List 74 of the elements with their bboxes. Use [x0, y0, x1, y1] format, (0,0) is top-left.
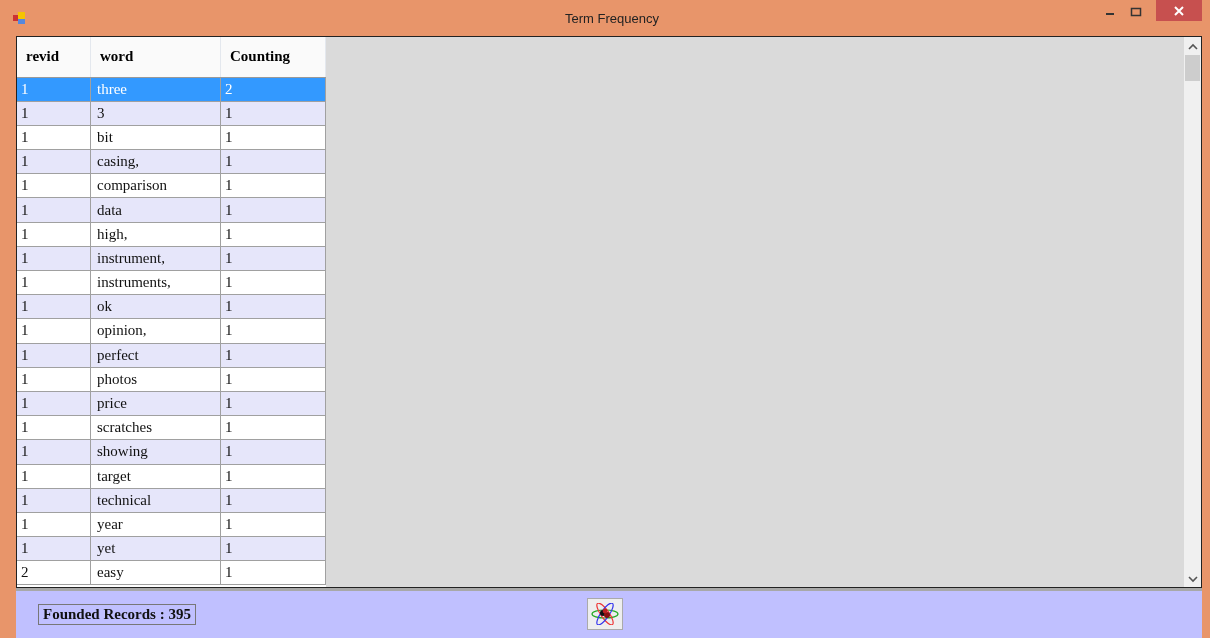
table-cell[interactable]: 1: [17, 101, 91, 126]
close-icon[interactable]: [1174, 5, 1184, 16]
table-cell[interactable]: 1: [17, 294, 91, 319]
table-cell[interactable]: ok: [90, 294, 221, 319]
table-cell[interactable]: 1: [17, 343, 91, 368]
table-cell[interactable]: 1: [17, 391, 91, 416]
table-cell[interactable]: 1: [17, 246, 91, 271]
table-cell[interactable]: 1: [220, 294, 326, 319]
table-cell[interactable]: casing,: [90, 149, 221, 174]
table-cell[interactable]: opinion,: [90, 318, 221, 344]
table-cell[interactable]: data: [90, 197, 221, 223]
close-button[interactable]: [1156, 0, 1202, 21]
table-cell[interactable]: 1: [220, 125, 326, 150]
table-cell[interactable]: target: [90, 464, 221, 489]
column-header[interactable]: revid: [17, 37, 91, 77]
table-cell[interactable]: 1: [220, 173, 326, 198]
table-cell[interactable]: 1: [220, 560, 326, 585]
table-cell[interactable]: 1: [220, 415, 326, 440]
scroll-thumb[interactable]: [1185, 55, 1200, 81]
table-cell[interactable]: photos: [90, 367, 221, 392]
window-title: Term Frequency: [564, 10, 660, 26]
scroll-up-icon[interactable]: [1187, 43, 1198, 51]
analyze-button[interactable]: [587, 598, 623, 630]
table-cell[interactable]: technical: [90, 488, 221, 513]
table-cell[interactable]: scratches: [90, 415, 221, 440]
table-cell[interactable]: price: [90, 391, 221, 416]
table-cell[interactable]: 1: [17, 222, 91, 247]
table-cell[interactable]: 1: [17, 439, 91, 464]
table-cell[interactable]: high,: [90, 222, 221, 247]
table-cell[interactable]: comparison: [90, 173, 221, 198]
table-cell[interactable]: 1: [17, 415, 91, 440]
records-count-label: Founded Records : 395: [38, 604, 196, 625]
table-cell[interactable]: 1: [17, 173, 91, 198]
table-cell[interactable]: 1: [220, 101, 326, 126]
scroll-down-icon[interactable]: [1187, 575, 1198, 583]
table-cell[interactable]: 1: [220, 464, 326, 489]
table-cell[interactable]: 1: [17, 464, 91, 489]
table-cell[interactable]: 1: [17, 536, 91, 561]
app-icon: [13, 12, 25, 24]
table-cell[interactable]: 1: [220, 270, 326, 295]
vertical-scrollbar[interactable]: [1184, 37, 1201, 587]
table-cell[interactable]: 1: [17, 149, 91, 174]
table-cell[interactable]: 1: [17, 270, 91, 295]
table-cell[interactable]: 1: [220, 197, 326, 223]
table-cell[interactable]: 1: [220, 343, 326, 368]
table-cell[interactable]: easy: [90, 560, 221, 585]
column-header[interactable]: Counting: [220, 37, 326, 77]
table-cell[interactable]: 1: [220, 246, 326, 271]
table-cell[interactable]: 1: [220, 439, 326, 464]
table-cell[interactable]: bit: [90, 125, 221, 150]
table-cell[interactable]: 1: [220, 391, 326, 416]
table-cell[interactable]: 1: [17, 197, 91, 223]
table-cell[interactable]: instrument,: [90, 246, 221, 271]
table-cell[interactable]: perfect: [90, 343, 221, 368]
table-cell[interactable]: 2: [17, 560, 91, 585]
table-cell[interactable]: 3: [90, 101, 221, 126]
table-cell[interactable]: showing: [90, 439, 221, 464]
maximize-icon[interactable]: [1130, 6, 1142, 18]
table-cell[interactable]: yet: [90, 536, 221, 561]
table-cell[interactable]: 1: [220, 536, 326, 561]
table-cell[interactable]: 1: [220, 488, 326, 513]
table-cell[interactable]: 1: [220, 318, 326, 344]
table-cell[interactable]: 1: [17, 488, 91, 513]
table-cell[interactable]: year: [90, 512, 221, 537]
table-cell[interactable]: instruments,: [90, 270, 221, 295]
table-cell[interactable]: 1: [17, 512, 91, 537]
table-cell[interactable]: 1: [220, 512, 326, 537]
table-cell[interactable]: 1: [17, 318, 91, 344]
table-cell[interactable]: 1: [17, 125, 91, 150]
table-cell[interactable]: 1: [17, 367, 91, 392]
column-header[interactable]: word: [90, 37, 221, 77]
table-cell[interactable]: 1: [220, 367, 326, 392]
table-cell[interactable]: 1: [220, 222, 326, 247]
table-cell[interactable]: 1: [220, 149, 326, 174]
